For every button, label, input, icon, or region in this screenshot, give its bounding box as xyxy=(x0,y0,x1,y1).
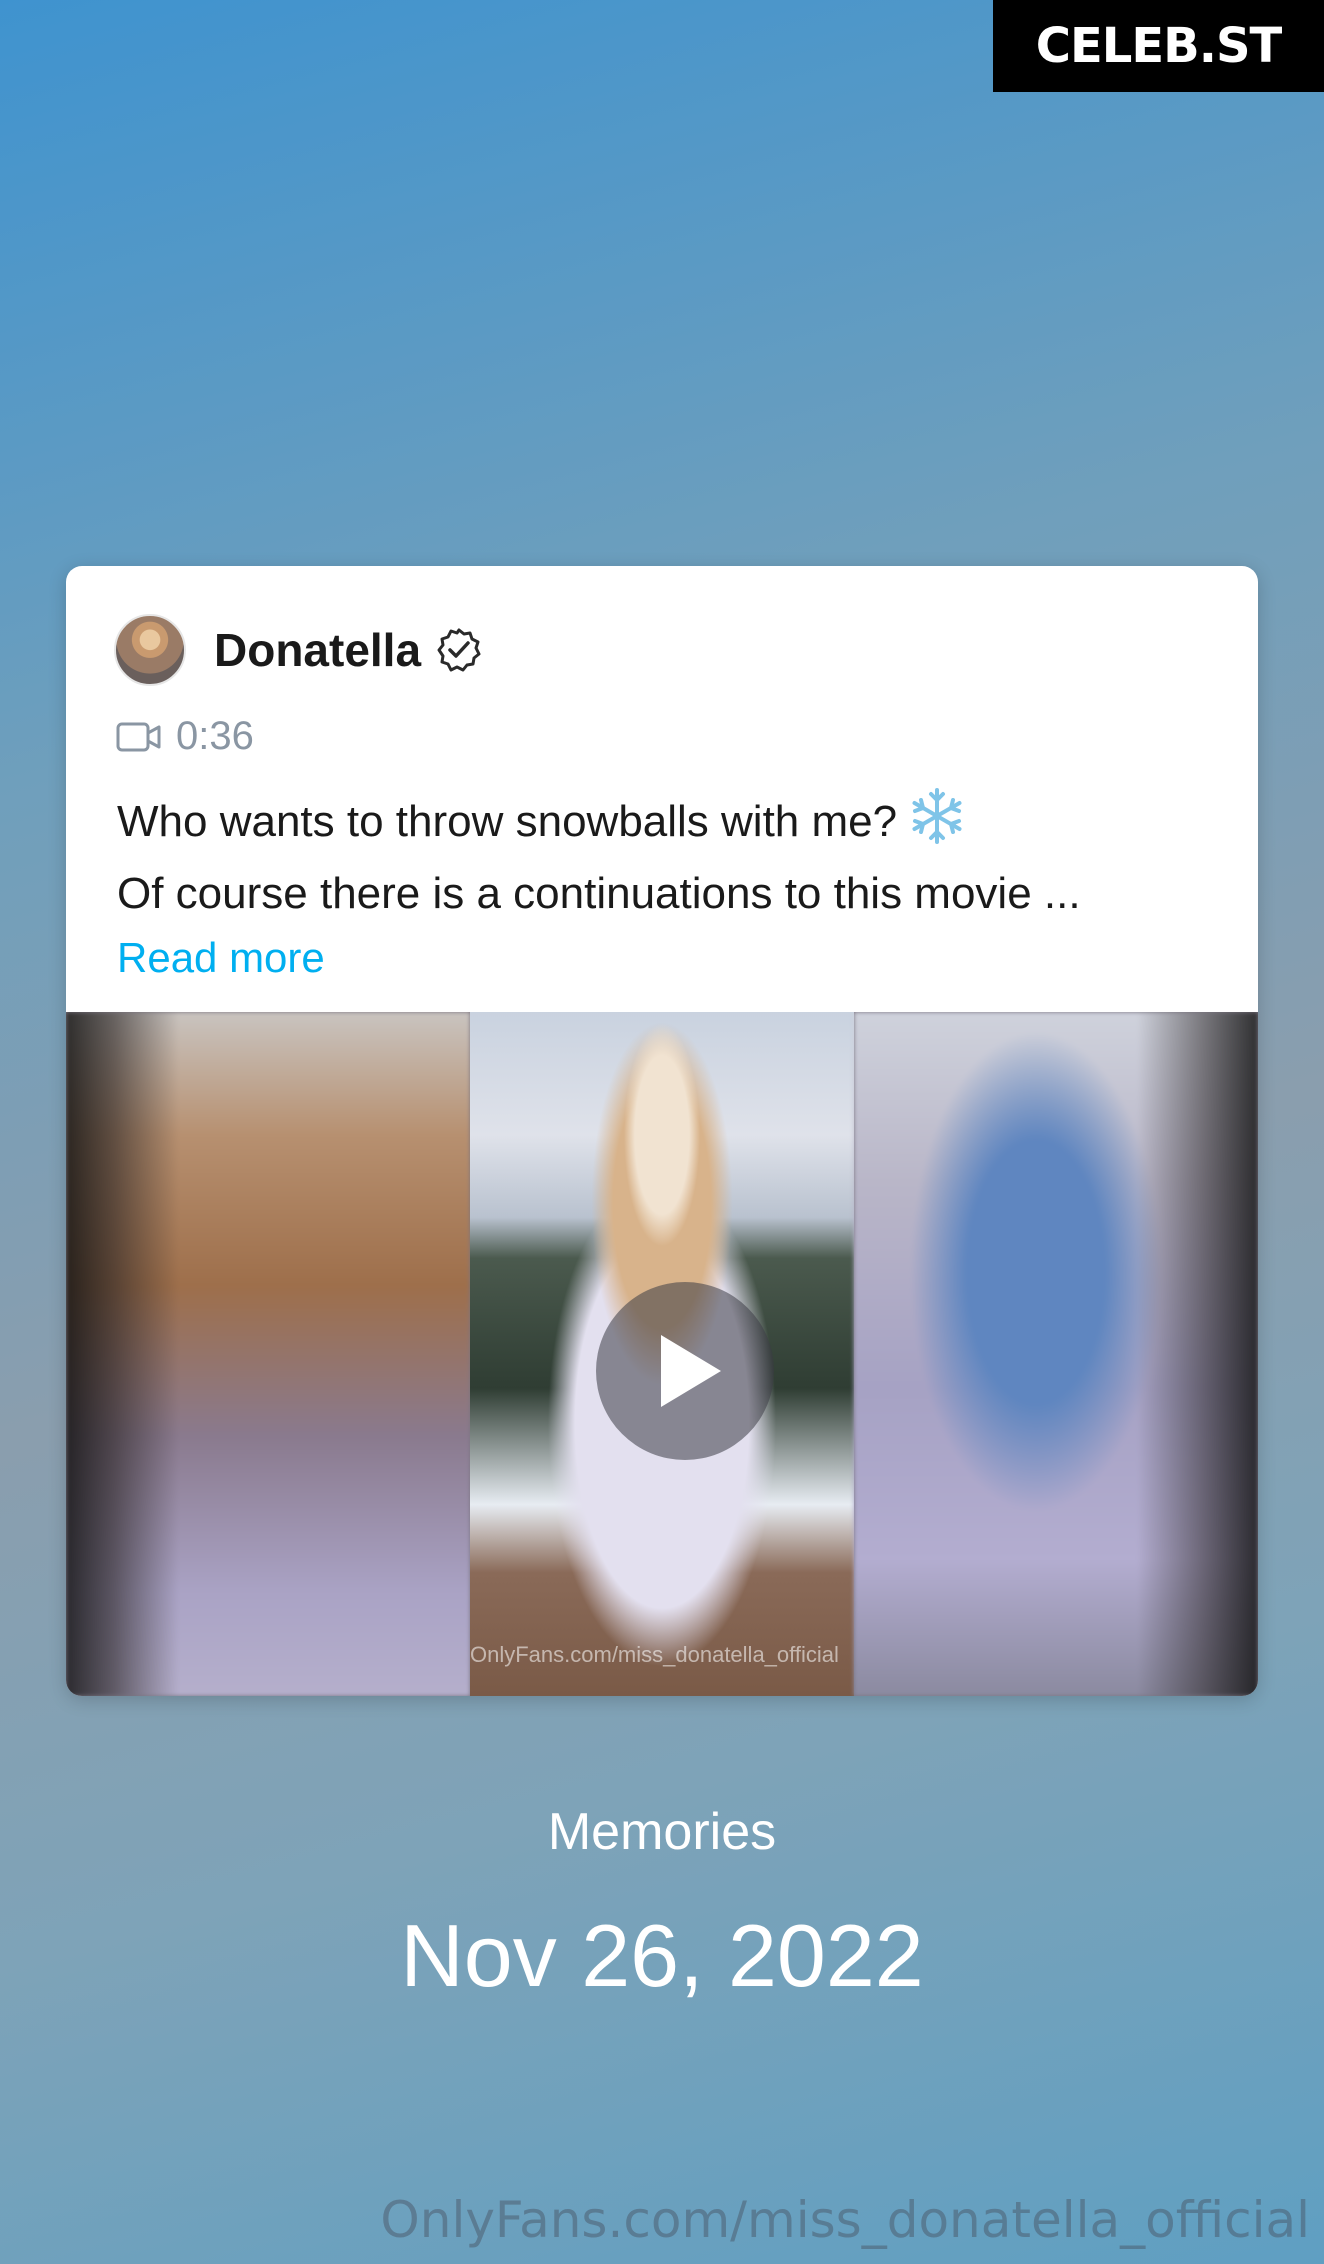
author-name[interactable]: Donatella xyxy=(214,623,421,677)
video-camera-icon xyxy=(116,722,161,751)
post-text-line-1: Who wants to throw snowballs with me? xyxy=(117,786,1227,858)
footer-watermark: OnlyFans.com/miss_donatella_official xyxy=(380,2191,1310,2249)
video-duration: 0:36 xyxy=(116,714,254,759)
play-button[interactable] xyxy=(596,1282,774,1460)
verified-badge-icon xyxy=(437,628,481,672)
video-preview[interactable]: OnlyFans.com/miss_donatella_official xyxy=(66,1012,1258,1696)
memories-label: Memories xyxy=(547,1803,777,1861)
post-header: Donatella xyxy=(114,614,483,686)
blurred-backdrop-left xyxy=(66,1012,470,1696)
duration-text: 0:36 xyxy=(176,714,254,758)
blurred-backdrop-right xyxy=(854,1012,1258,1696)
post-card: Donatella 0:36 Who wants to throw snowba… xyxy=(66,566,1258,1696)
memory-date: Nov 26, 2022 xyxy=(400,1906,924,2005)
post-text: Who wants to throw snowballs with me? Of… xyxy=(117,786,1227,930)
post-text-line-2: Of course there is a continuations to th… xyxy=(117,869,1081,918)
snowflake-icon xyxy=(912,788,962,844)
read-more-link[interactable]: Read more xyxy=(117,930,325,986)
post-text-line-1-content: Who wants to throw snowballs with me? xyxy=(117,797,898,846)
avatar[interactable] xyxy=(114,614,186,686)
play-icon xyxy=(661,1335,721,1407)
media-watermark: OnlyFans.com/miss_donatella_official xyxy=(470,1642,839,1667)
brand-badge: CELEB.ST xyxy=(993,0,1324,92)
